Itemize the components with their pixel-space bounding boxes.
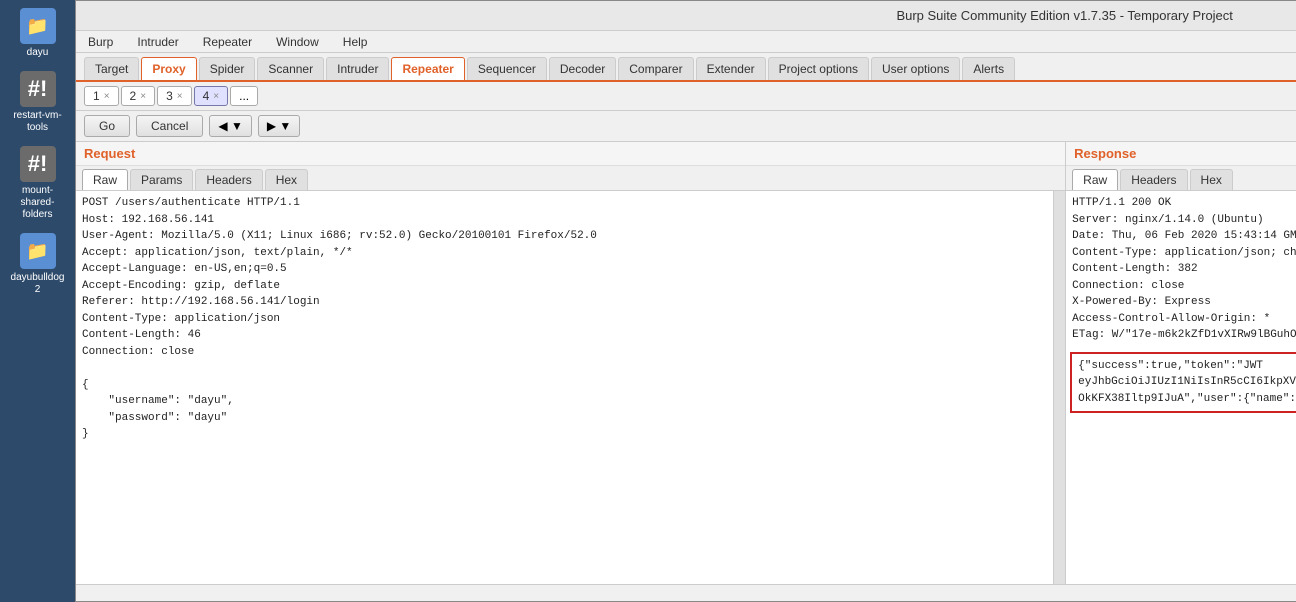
- close-tab-4-icon[interactable]: ×: [213, 91, 219, 102]
- status-bar: https://blog.csdn.net/45301745: [76, 584, 1296, 601]
- desktop-icon-mount-label: mount-shared-folders: [8, 185, 68, 221]
- tab-extender[interactable]: Extender: [696, 57, 766, 80]
- tab-scanner[interactable]: Scanner: [257, 57, 324, 80]
- tab-spider[interactable]: Spider: [199, 57, 256, 80]
- menu-window[interactable]: Window: [272, 34, 323, 50]
- repeater-tab-2[interactable]: 2 ×: [121, 86, 156, 106]
- repeater-tab-4[interactable]: 4 ×: [194, 86, 229, 106]
- close-tab-1-icon[interactable]: ×: [104, 91, 110, 102]
- request-tab-hex[interactable]: Hex: [265, 169, 308, 190]
- desktop-icon-dayu-label: dayu: [27, 47, 49, 59]
- app-window: Burp Suite Community Edition v1.7.35 - T…: [75, 0, 1296, 602]
- hash-icon-1: #!: [20, 71, 56, 107]
- tab-comparer[interactable]: Comparer: [618, 57, 693, 80]
- repeater-tab-1[interactable]: 1 ×: [84, 86, 119, 106]
- window-title: Burp Suite Community Edition v1.7.35 - T…: [144, 8, 1296, 23]
- repeater-sub-tab-bar: 1 × 2 × 3 × 4 × ...: [76, 82, 1296, 111]
- title-bar: Burp Suite Community Edition v1.7.35 - T…: [76, 1, 1296, 31]
- request-tab-headers[interactable]: Headers: [195, 169, 262, 190]
- response-top-content: HTTP/1.1 200 OK Server: nginx/1.14.0 (Ub…: [1066, 191, 1296, 348]
- desktop-icon-dayubulldog-label: dayubulldog 2: [8, 272, 68, 296]
- close-tab-2-icon[interactable]: ×: [140, 91, 146, 102]
- nav-back-icon: ◀ ▼: [218, 119, 242, 133]
- response-tab-hex[interactable]: Hex: [1190, 169, 1233, 190]
- tab-repeater[interactable]: Repeater: [391, 57, 464, 80]
- tab-intruder[interactable]: Intruder: [326, 57, 389, 80]
- response-panel-title: Response: [1066, 142, 1296, 166]
- tab-project-options[interactable]: Project options: [768, 57, 869, 80]
- response-tab-headers[interactable]: Headers: [1120, 169, 1187, 190]
- repeater-tab-3[interactable]: 3 ×: [157, 86, 192, 106]
- nav-fwd-button[interactable]: ▶ ▼: [258, 115, 300, 137]
- desktop-icon-restart[interactable]: #! restart-vm-tools: [8, 71, 68, 134]
- menu-burp[interactable]: Burp: [84, 34, 117, 50]
- request-panel: Request Raw Params Headers Hex POST /use…: [76, 142, 1066, 584]
- folder-icon-2: 📁: [20, 233, 56, 269]
- desktop-sidebar: 📁 dayu #! restart-vm-tools #! mount-shar…: [0, 0, 75, 602]
- main-tab-bar: Target Proxy Spider Scanner Intruder Rep…: [76, 53, 1296, 82]
- desktop-icon-mount[interactable]: #! mount-shared-folders: [8, 146, 68, 221]
- nav-back-button[interactable]: ◀ ▼: [209, 115, 251, 137]
- menu-help[interactable]: Help: [339, 34, 372, 50]
- go-button[interactable]: Go: [84, 115, 130, 137]
- tab-alerts[interactable]: Alerts: [962, 57, 1015, 80]
- nav-fwd-icon: ▶ ▼: [267, 119, 291, 133]
- desktop-icon-dayubulldog[interactable]: 📁 dayubulldog 2: [8, 233, 68, 296]
- request-code-area-wrapper: POST /users/authenticate HTTP/1.1 Host: …: [76, 191, 1065, 584]
- response-panel: Response Raw Headers Hex HTTP/1.1 200 OK…: [1066, 142, 1296, 584]
- request-panel-title: Request: [76, 142, 1065, 166]
- tab-decoder[interactable]: Decoder: [549, 57, 616, 80]
- folder-icon: 📁: [20, 8, 56, 44]
- response-highlighted-content: {"success":true,"token":"JWT eyJhbGciOiJ…: [1070, 352, 1296, 414]
- menu-repeater[interactable]: Repeater: [199, 34, 256, 50]
- request-inner-tab-bar: Raw Params Headers Hex: [76, 166, 1065, 191]
- tab-target[interactable]: Target: [84, 57, 139, 80]
- tab-sequencer[interactable]: Sequencer: [467, 57, 547, 80]
- repeater-tab-ellipsis[interactable]: ...: [230, 86, 258, 106]
- request-tab-params[interactable]: Params: [130, 169, 193, 190]
- desktop-icon-restart-label: restart-vm-tools: [8, 110, 68, 134]
- hash-icon-2: #!: [20, 146, 56, 182]
- cancel-button[interactable]: Cancel: [136, 115, 203, 137]
- request-code-area[interactable]: POST /users/authenticate HTTP/1.1 Host: …: [76, 191, 1053, 584]
- tab-proxy[interactable]: Proxy: [141, 57, 196, 80]
- desktop-icon-dayu[interactable]: 📁 dayu: [8, 8, 68, 59]
- main-content: Request Raw Params Headers Hex POST /use…: [76, 142, 1296, 584]
- response-inner-tab-bar: Raw Headers Hex: [1066, 166, 1296, 191]
- menu-bar: Burp Intruder Repeater Window Help: [76, 31, 1296, 53]
- tab-user-options[interactable]: User options: [871, 57, 960, 80]
- request-scrollbar[interactable]: [1053, 191, 1065, 584]
- menu-intruder[interactable]: Intruder: [133, 34, 182, 50]
- response-tab-raw[interactable]: Raw: [1072, 169, 1118, 190]
- response-content[interactable]: HTTP/1.1 200 OK Server: nginx/1.14.0 (Ub…: [1066, 191, 1296, 584]
- close-tab-3-icon[interactable]: ×: [177, 91, 183, 102]
- toolbar: Go Cancel ◀ ▼ ▶ ▼ Target: http://192.168…: [76, 111, 1296, 142]
- request-tab-raw[interactable]: Raw: [82, 169, 128, 190]
